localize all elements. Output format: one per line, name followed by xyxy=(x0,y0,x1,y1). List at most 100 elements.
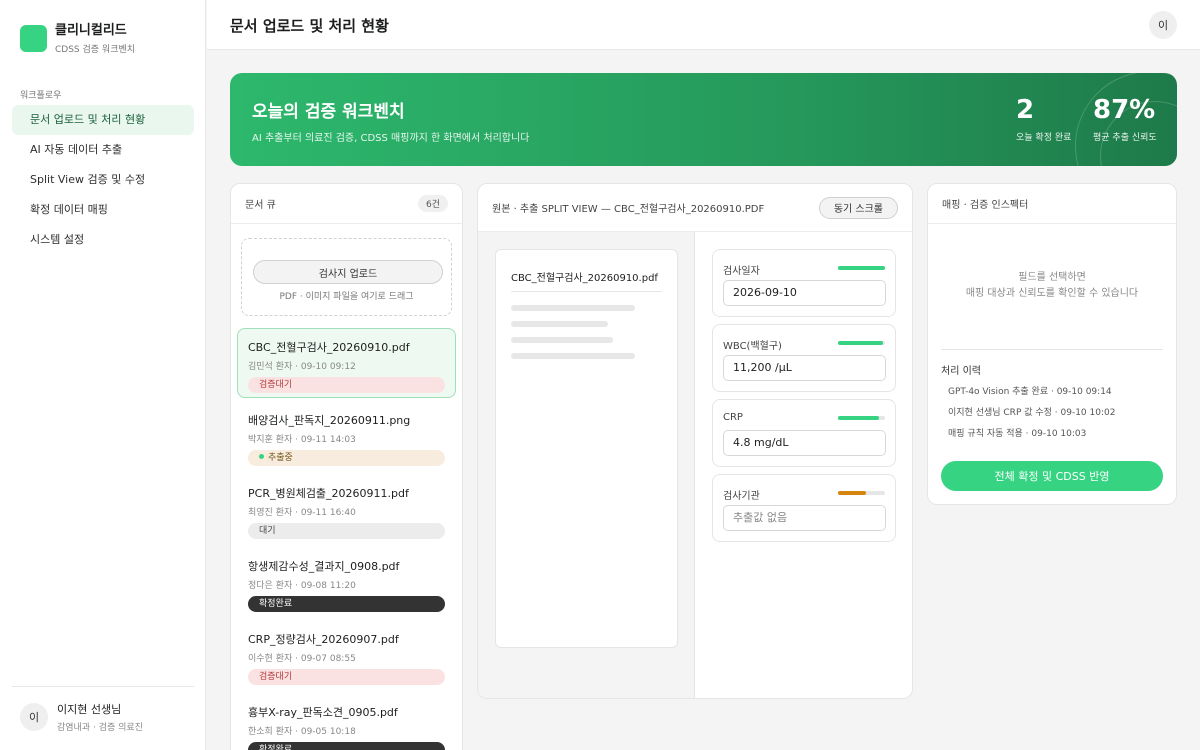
text-skeleton xyxy=(511,305,635,311)
confidence-bar xyxy=(838,491,885,495)
upload-hint: PDF · 이미지 파일을 여기로 드래그 xyxy=(279,292,414,302)
avatar: 이 xyxy=(20,703,48,731)
list-item[interactable]: 흉부X-ray_판독소견_0905.pdf 한소희 환자 · 09-05 10:… xyxy=(237,693,456,750)
field-label: CRP xyxy=(723,412,743,423)
confidence-fill xyxy=(838,266,885,270)
status-badge: 확정완료 xyxy=(248,596,445,612)
queue-header: 문서 큐 6건 xyxy=(231,184,462,224)
user-name: 이지현 선생님 xyxy=(57,703,122,716)
history-item: GPT-4o Vision 추출 완료 · 09-10 09:14 xyxy=(948,387,1112,397)
queue-title: 문서 큐 xyxy=(245,200,276,211)
doc-name: 배양검사_판독지_20260911.png xyxy=(248,414,411,427)
text-skeleton xyxy=(511,337,613,343)
upload-button[interactable]: 검사지 업로드 xyxy=(253,260,443,284)
stat-value: 87% xyxy=(1093,95,1156,125)
list-item[interactable]: 항생제감수성_결과지_0908.pdf 정다은 환자 · 09-08 11:20… xyxy=(237,547,456,617)
test-date-field[interactable]: 2026-09-10 xyxy=(723,280,886,306)
history-list: GPT-4o Vision 추출 완료 · 09-10 09:14 이지현 선생… xyxy=(948,386,1115,449)
doc-name: CRP_정량검사_20260907.pdf xyxy=(248,633,399,646)
empty-state-line: 필드를 선택하면 xyxy=(1018,272,1086,283)
doc-meta: 한소희 환자 · 09-05 10:18 xyxy=(248,727,356,737)
doc-meta: 박지훈 환자 · 09-11 14:03 xyxy=(248,435,356,445)
sidebar-item-settings[interactable]: 시스템 설정 xyxy=(12,225,194,255)
status-text: 추출중 xyxy=(268,453,293,463)
divider xyxy=(511,291,662,292)
history-item: 매핑 규칙 자동 적용 · 09-10 10:03 xyxy=(948,429,1087,439)
confidence-bar xyxy=(838,416,885,420)
page-title: 문서 업로드 및 처리 현황 xyxy=(230,17,389,35)
confirm-all-button[interactable]: 전체 확정 및 CDSS 반영 xyxy=(941,461,1163,491)
institution-field[interactable]: 추출값 없음 xyxy=(723,505,886,531)
list-item[interactable]: PCR_병원체검출_20260911.pdf 최영진 환자 · 09-11 16… xyxy=(237,474,456,544)
text-skeleton xyxy=(511,321,608,327)
stat-label: 오늘 확정 완료 xyxy=(1016,133,1072,143)
history-item: 이지현 선생님 CRP 값 수정 · 09-10 10:02 xyxy=(948,408,1116,418)
header-avatar[interactable]: 이 xyxy=(1149,11,1177,39)
brand: 클리니컬리드 CDSS 검증 워크벤치 xyxy=(20,22,135,55)
inspector-panel: 매핑 · 검증 인스펙터 필드를 선택하면 매핑 대상과 신뢰도를 확인할 수 … xyxy=(927,183,1177,505)
doc-meta: 정다은 환자 · 09-08 11:20 xyxy=(248,581,356,591)
sidebar-item-ai-extraction[interactable]: AI 자동 데이터 추출 xyxy=(12,135,194,165)
topbar: 문서 업로드 및 처리 현황 이 xyxy=(207,0,1200,50)
split-view-panel: 원본 · 추출 SPLIT VIEW — CBC_전혈구검사_20260910.… xyxy=(477,183,913,699)
sidebar-nav: 문서 업로드 및 처리 현황 AI 자동 데이터 추출 Split View 검… xyxy=(12,105,194,255)
sidebar-item-split-view[interactable]: Split View 검증 및 수정 xyxy=(12,165,194,195)
confidence-fill xyxy=(838,416,880,420)
list-item[interactable]: 배양검사_판독지_20260911.png 박지훈 환자 · 09-11 14:… xyxy=(237,401,456,471)
preview-title: CBC_전혈구검사_20260910.pdf xyxy=(511,273,658,284)
sidebar: 클리니컬리드 CDSS 검증 워크벤치 워크플로우 문서 업로드 및 처리 현황… xyxy=(0,0,206,750)
empty-state-line: 매핑 대상과 신뢰도를 확인할 수 있습니다 xyxy=(965,288,1139,299)
confidence-fill xyxy=(838,491,867,495)
wbc-field[interactable]: 11,200 /μL xyxy=(723,355,886,381)
list-item[interactable]: CRP_정량검사_20260907.pdf 이수현 환자 · 09-07 08:… xyxy=(237,620,456,690)
status-badge: 검증대기 xyxy=(248,377,445,393)
field-label: WBC(백혈구) xyxy=(723,341,782,352)
stat-avg-confidence: 87% 평균 추출 신뢰도 xyxy=(1093,95,1157,143)
stat-value: 2 xyxy=(1016,95,1035,125)
confidence-fill xyxy=(838,341,883,345)
status-badge: 검증대기 xyxy=(248,669,445,685)
field-label: 검사일자 xyxy=(723,266,760,277)
hero-subtitle: AI 추출부터 의료진 검증, CDSS 매핑까지 한 화면에서 처리합니다 xyxy=(252,133,530,144)
brand-name: 클리니컬리드 xyxy=(55,23,127,38)
doc-meta: 이수현 환자 · 09-07 08:55 xyxy=(248,654,356,664)
list-item[interactable]: CBC_전혈구검사_20260910.pdf 김민석 환자 · 09-10 09… xyxy=(237,328,456,398)
doc-meta: 최영진 환자 · 09-11 16:40 xyxy=(248,508,356,518)
sync-scroll-button[interactable]: 동기 스크롤 xyxy=(818,196,898,219)
sidebar-item-upload-status[interactable]: 문서 업로드 및 처리 현황 xyxy=(12,105,194,135)
field-card-institution[interactable]: 검사기관 추출값 없음 xyxy=(712,474,896,542)
status-badge: 추출중 xyxy=(248,450,445,466)
field-card-wbc[interactable]: WBC(백혈구) 11,200 /μL xyxy=(712,324,896,392)
nav-section-label: 워크플로우 xyxy=(20,91,62,101)
field-label: 검사기관 xyxy=(723,491,760,502)
hero-title: 오늘의 검증 워크벤치 xyxy=(252,102,405,122)
doc-name: PCR_병원체검출_20260911.pdf xyxy=(248,487,409,500)
original-document-pane[interactable]: CBC_전혈구검사_20260910.pdf xyxy=(478,232,695,698)
doc-name: CBC_전혈구검사_20260910.pdf xyxy=(248,341,410,354)
progress-dot-icon xyxy=(259,454,264,459)
app-logo xyxy=(20,25,47,52)
split-view-title: 원본 · 추출 SPLIT VIEW — CBC_전혈구검사_20260910.… xyxy=(492,204,765,215)
brand-subtitle: CDSS 검증 워크벤치 xyxy=(55,45,136,55)
stat-label: 평균 추출 신뢰도 xyxy=(1093,133,1157,143)
document-preview: CBC_전혈구검사_20260910.pdf xyxy=(495,249,678,648)
document-queue-panel: 문서 큐 6건 검사지 업로드 PDF · 이미지 파일을 여기로 드래그 CB… xyxy=(230,183,463,750)
confidence-bar xyxy=(838,266,885,270)
split-view-header: 원본 · 추출 SPLIT VIEW — CBC_전혈구검사_20260910.… xyxy=(478,184,912,232)
stat-confirmed-today: 2 오늘 확정 완료 xyxy=(1016,95,1071,143)
upload-dropzone[interactable]: 검사지 업로드 PDF · 이미지 파일을 여기로 드래그 xyxy=(241,238,452,316)
divider xyxy=(941,349,1163,350)
field-card-crp[interactable]: CRP 4.8 mg/dL xyxy=(712,399,896,467)
crp-field[interactable]: 4.8 mg/dL xyxy=(723,430,886,456)
queue-count-badge: 6건 xyxy=(417,195,448,212)
inspector-empty-state: 필드를 선택하면 매핑 대상과 신뢰도를 확인할 수 있습니다 xyxy=(928,270,1176,302)
text-skeleton xyxy=(511,353,635,359)
history-title: 처리 이력 xyxy=(941,366,981,377)
document-list: CBC_전혈구검사_20260910.pdf 김민석 환자 · 09-10 09… xyxy=(231,328,462,750)
sidebar-item-data-mapping[interactable]: 확정 데이터 매핑 xyxy=(12,195,194,225)
doc-name: 항생제감수성_결과지_0908.pdf xyxy=(248,560,400,573)
user-profile[interactable]: 이 이지현 선생님 감염내과 · 검증 의료진 xyxy=(12,686,194,733)
field-card-test-date[interactable]: 검사일자 2026-09-10 xyxy=(712,249,896,317)
user-role: 감염내과 · 검증 의료진 xyxy=(57,723,143,733)
doc-name: 흉부X-ray_판독소견_0905.pdf xyxy=(248,706,398,719)
